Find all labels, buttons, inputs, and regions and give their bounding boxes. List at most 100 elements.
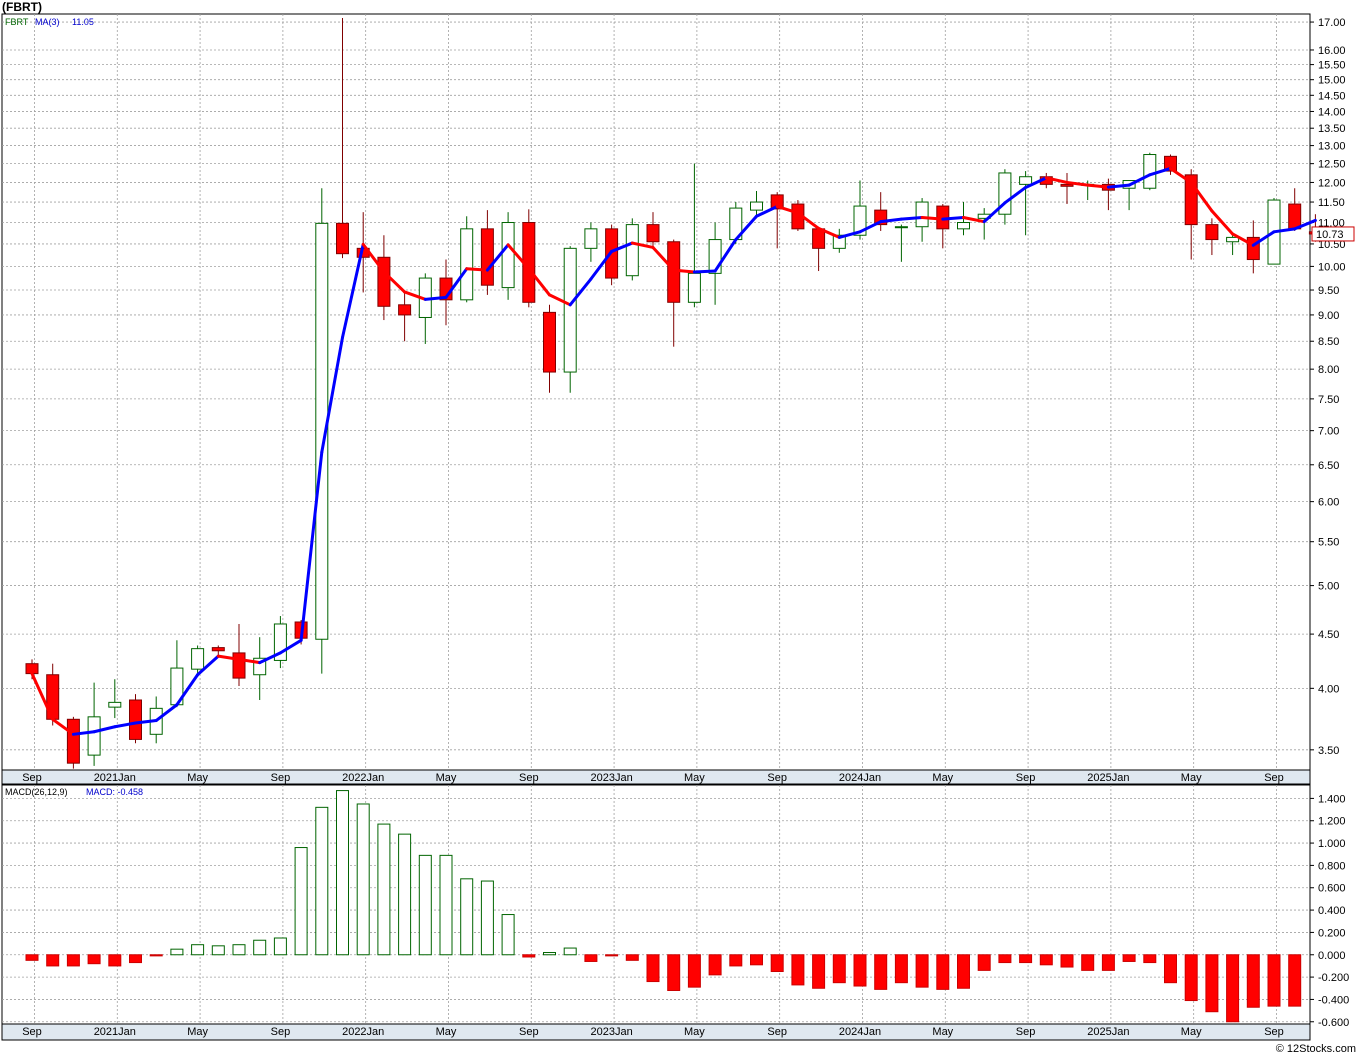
price-ytick-label: 5.50 <box>1318 537 1339 549</box>
price-xtick-label: 2024Jan <box>839 772 881 784</box>
price-ytick-label: 8.00 <box>1318 364 1339 376</box>
legend-ma-label: MA(3) <box>35 17 60 27</box>
macd-bar <box>1184 954 1198 1002</box>
macd-bar <box>439 854 453 956</box>
macd-xtick-label: 2025Jan <box>1087 1026 1129 1038</box>
price-xtick-label: May <box>1181 772 1202 784</box>
ma-line-segment <box>672 268 696 274</box>
candle-body <box>480 228 494 286</box>
price-ytick-label: 9.00 <box>1318 310 1339 322</box>
candle-body <box>894 226 908 229</box>
macd-bar <box>232 944 246 956</box>
candle-body <box>1226 236 1240 243</box>
candle-body <box>915 201 929 228</box>
candle-body <box>501 222 515 289</box>
price-ytick-label: 13.50 <box>1318 123 1346 135</box>
macd-ytick-label: 0.000 <box>1318 950 1346 962</box>
price-ytick-label: 6.00 <box>1318 497 1339 509</box>
candle-body <box>1205 224 1219 241</box>
candle-body <box>708 239 722 274</box>
macd-bar <box>356 803 370 956</box>
price-ytick-label: 17.00 <box>1318 17 1346 29</box>
ma-line-segment <box>899 216 924 221</box>
price-ytick-label: 13.00 <box>1318 141 1346 153</box>
macd-xtick-label: 2023Jan <box>590 1026 632 1038</box>
price-ytick-label: 15.50 <box>1318 60 1346 72</box>
macd-bar <box>418 854 432 956</box>
price-xtick-label: May <box>684 772 705 784</box>
macd-bar <box>1288 954 1302 1007</box>
macd-bar <box>1226 954 1240 1023</box>
macd-bar <box>253 939 267 956</box>
macd-ytick-label: 0.600 <box>1318 883 1346 895</box>
price-ytick-label: 15.00 <box>1318 75 1346 87</box>
macd-bar <box>66 954 80 967</box>
last-price-label: 10.73 <box>1316 229 1344 241</box>
macd-bar <box>1205 954 1219 1013</box>
macd-ytick-label: 1.400 <box>1318 793 1346 805</box>
price-ytick-label: 8.50 <box>1318 336 1339 348</box>
macd-bar <box>336 790 349 956</box>
candle-body <box>957 222 970 230</box>
macd-ytick-label: 0.800 <box>1318 860 1346 872</box>
candle-body <box>232 652 246 679</box>
macd-bar <box>998 954 1012 964</box>
macd-xtick-label: Sep <box>22 1026 42 1038</box>
macd-bar <box>46 954 60 967</box>
price-xtick-label: Sep <box>1264 772 1284 784</box>
macd-bar <box>170 948 184 956</box>
candle-body <box>1060 183 1074 187</box>
macd-bar <box>1039 954 1053 966</box>
macd-ytick-label: -0.400 <box>1318 994 1349 1006</box>
macd-bar <box>812 954 826 989</box>
ma-line-segment <box>920 216 945 221</box>
price-ytick-label: 11.50 <box>1318 197 1345 209</box>
ma-line-segment <box>692 269 717 274</box>
macd-xtick-label: May <box>187 1026 208 1038</box>
macd-ytick-label: -0.600 <box>1318 1017 1349 1029</box>
macd-ytick-label: -0.200 <box>1318 972 1349 984</box>
macd-bar <box>894 954 908 984</box>
price-ytick-label: 16.00 <box>1318 45 1346 57</box>
macd-xtick-label: Sep <box>1016 1026 1036 1038</box>
macd-xtick-label: Sep <box>271 1026 291 1038</box>
candle-body <box>687 272 701 303</box>
price-xtick-label: Sep <box>519 772 539 784</box>
macd-bar <box>750 954 763 966</box>
price-ytick-label: 7.00 <box>1318 426 1339 438</box>
price-xtick-label: Sep <box>767 772 787 784</box>
macd-ytick-label: 1.000 <box>1318 838 1346 850</box>
macd-xtick-label: Sep <box>519 1026 539 1038</box>
macd-bar <box>191 944 205 956</box>
ma-line-segment <box>423 295 448 301</box>
price-ytick-label: 10.00 <box>1318 261 1346 273</box>
price-ytick-label: 12.50 <box>1318 159 1346 171</box>
macd-bar <box>667 954 681 991</box>
macd-bar <box>563 947 577 956</box>
ma-line-segment <box>465 267 489 272</box>
candle-body <box>211 647 225 652</box>
price-xtick-label: Sep <box>22 772 42 784</box>
candle-body <box>336 222 349 255</box>
candle-body <box>129 699 142 740</box>
macd-bar <box>480 880 494 956</box>
macd-bar <box>87 954 101 965</box>
legend-symbol: FBRT <box>5 17 29 27</box>
macd-bar <box>957 954 970 989</box>
macd-bar <box>211 945 225 956</box>
macd-bar <box>377 823 391 956</box>
macd-ytick-label: 1.200 <box>1318 816 1346 828</box>
macd-xtick-label: Sep <box>767 1026 787 1038</box>
price-ytick-label: 5.00 <box>1318 581 1339 593</box>
macd-xtick-label: 2021Jan <box>94 1026 136 1038</box>
macd-ytick-label: 0.400 <box>1318 905 1346 917</box>
macd-bar <box>770 954 784 973</box>
macd-bar <box>1019 954 1033 964</box>
ma-line-segment <box>941 216 965 221</box>
macd-bar <box>791 954 805 986</box>
price-xtick-label: Sep <box>271 772 291 784</box>
macd-bar <box>273 937 287 956</box>
macd-bar <box>625 954 639 961</box>
candle-body <box>1288 203 1302 230</box>
macd-xtick-label: May <box>932 1026 953 1038</box>
